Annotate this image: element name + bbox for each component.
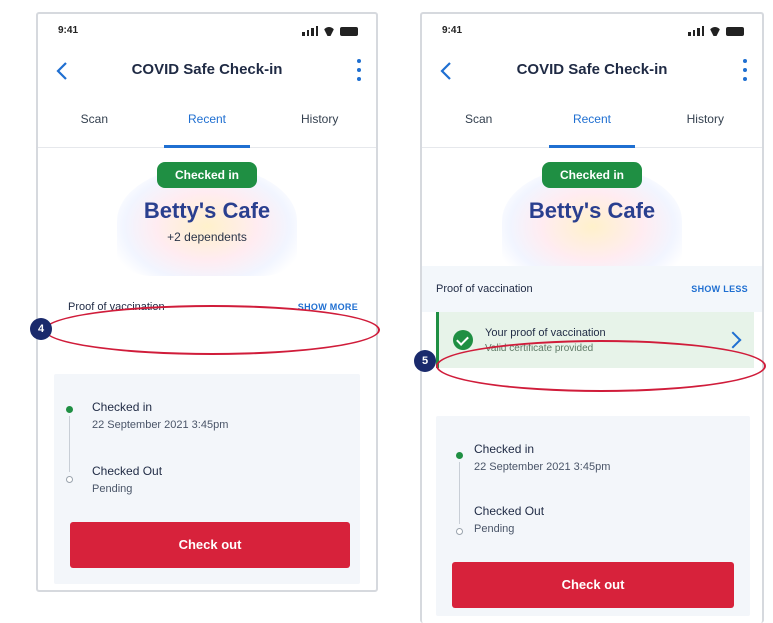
more-options-icon[interactable] bbox=[356, 59, 362, 81]
tab-bar: Scan Recent History bbox=[422, 92, 762, 148]
chevron-right-icon[interactable] bbox=[726, 330, 740, 350]
checkin-summary: Checked in Betty's Cafe +2 dependents bbox=[38, 148, 376, 276]
status-icons bbox=[302, 26, 358, 36]
checked-out-status: Pending bbox=[92, 483, 133, 495]
app-bar: COVID Safe Check-in bbox=[38, 52, 376, 92]
venue-name: Betty's Cafe bbox=[528, 198, 656, 223]
tab-recent[interactable]: Recent bbox=[535, 92, 648, 148]
callout-ellipse-show-more bbox=[44, 305, 380, 355]
checked-out-status: Pending bbox=[474, 523, 515, 535]
checked-in-title: Checked in bbox=[474, 442, 535, 456]
signal-icon bbox=[688, 26, 704, 36]
phone-screen-left: 9:41 COVID Safe Check-in Scan Recent His… bbox=[36, 12, 378, 592]
step-marker-4: 4 bbox=[30, 318, 52, 340]
check-out-button[interactable]: Check out bbox=[70, 522, 350, 568]
checkin-summary: Checked in Betty's Cafe bbox=[422, 148, 762, 276]
show-less-link[interactable]: SHOW LESS bbox=[691, 284, 748, 294]
tab-bar: Scan Recent History bbox=[38, 92, 376, 148]
checked-out-title: Checked Out bbox=[474, 504, 545, 518]
tab-recent[interactable]: Recent bbox=[151, 92, 264, 148]
battery-icon bbox=[340, 27, 358, 36]
tab-scan[interactable]: Scan bbox=[38, 92, 151, 147]
timeline-connector bbox=[459, 462, 460, 524]
proof-title: Your proof of vaccination bbox=[485, 326, 606, 339]
signal-icon bbox=[302, 26, 318, 36]
checked-in-dot bbox=[456, 452, 463, 459]
check-circle-icon bbox=[453, 330, 473, 350]
app-title: COVID Safe Check-in bbox=[516, 61, 668, 78]
proof-of-vaccination-row[interactable]: Proof of vaccination SHOW LESS bbox=[422, 266, 762, 312]
timeline-checked-in: Checked in 22 September 2021 3:45pm bbox=[92, 400, 228, 431]
status-bar: 9:41 bbox=[422, 14, 762, 52]
checked-in-time: 22 September 2021 3:45pm bbox=[92, 419, 229, 431]
battery-icon bbox=[726, 27, 744, 36]
status-icons bbox=[688, 26, 744, 36]
wifi-icon bbox=[323, 26, 335, 36]
checked-out-title: Checked Out bbox=[92, 464, 163, 478]
tab-scan[interactable]: Scan bbox=[422, 92, 535, 147]
timeline-checked-in: Checked in 22 September 2021 3:45pm bbox=[474, 442, 610, 473]
checkin-timeline-card: Checked in 22 September 2021 3:45pm Chec… bbox=[436, 416, 750, 616]
phone-screen-right: 9:41 COVID Safe Check-in Scan Recent His… bbox=[420, 12, 764, 623]
checked-in-badge: Checked in bbox=[541, 162, 643, 188]
checked-in-badge: Checked in bbox=[156, 162, 258, 188]
check-out-button[interactable]: Check out bbox=[452, 562, 734, 608]
checked-out-dot bbox=[66, 476, 73, 483]
wifi-icon bbox=[709, 26, 721, 36]
step-marker-5: 5 bbox=[414, 350, 436, 372]
more-options-icon[interactable] bbox=[742, 59, 748, 81]
timeline-checked-out: Checked Out Pending bbox=[474, 504, 544, 535]
checked-in-time: 22 September 2021 3:45pm bbox=[474, 461, 611, 473]
status-time: 9:41 bbox=[442, 25, 463, 36]
checked-in-dot bbox=[66, 406, 73, 413]
app-bar: COVID Safe Check-in bbox=[422, 52, 762, 92]
proof-of-vaccination-label: Proof of vaccination bbox=[436, 283, 533, 295]
checked-out-dot bbox=[456, 528, 463, 535]
callout-ellipse-proof-card bbox=[436, 340, 766, 392]
checkin-timeline-card: Checked in 22 September 2021 3:45pm Chec… bbox=[54, 374, 360, 584]
status-bar: 9:41 bbox=[38, 14, 376, 52]
app-title: COVID Safe Check-in bbox=[131, 61, 283, 78]
timeline-connector bbox=[69, 416, 70, 472]
tab-history[interactable]: History bbox=[263, 92, 376, 147]
dependents-count: +2 dependents bbox=[167, 230, 247, 244]
checked-in-title: Checked in bbox=[92, 400, 153, 414]
venue-name: Betty's Cafe bbox=[143, 198, 271, 223]
timeline-checked-out: Checked Out Pending bbox=[92, 464, 162, 495]
status-time: 9:41 bbox=[58, 25, 79, 36]
tab-history[interactable]: History bbox=[649, 92, 762, 147]
